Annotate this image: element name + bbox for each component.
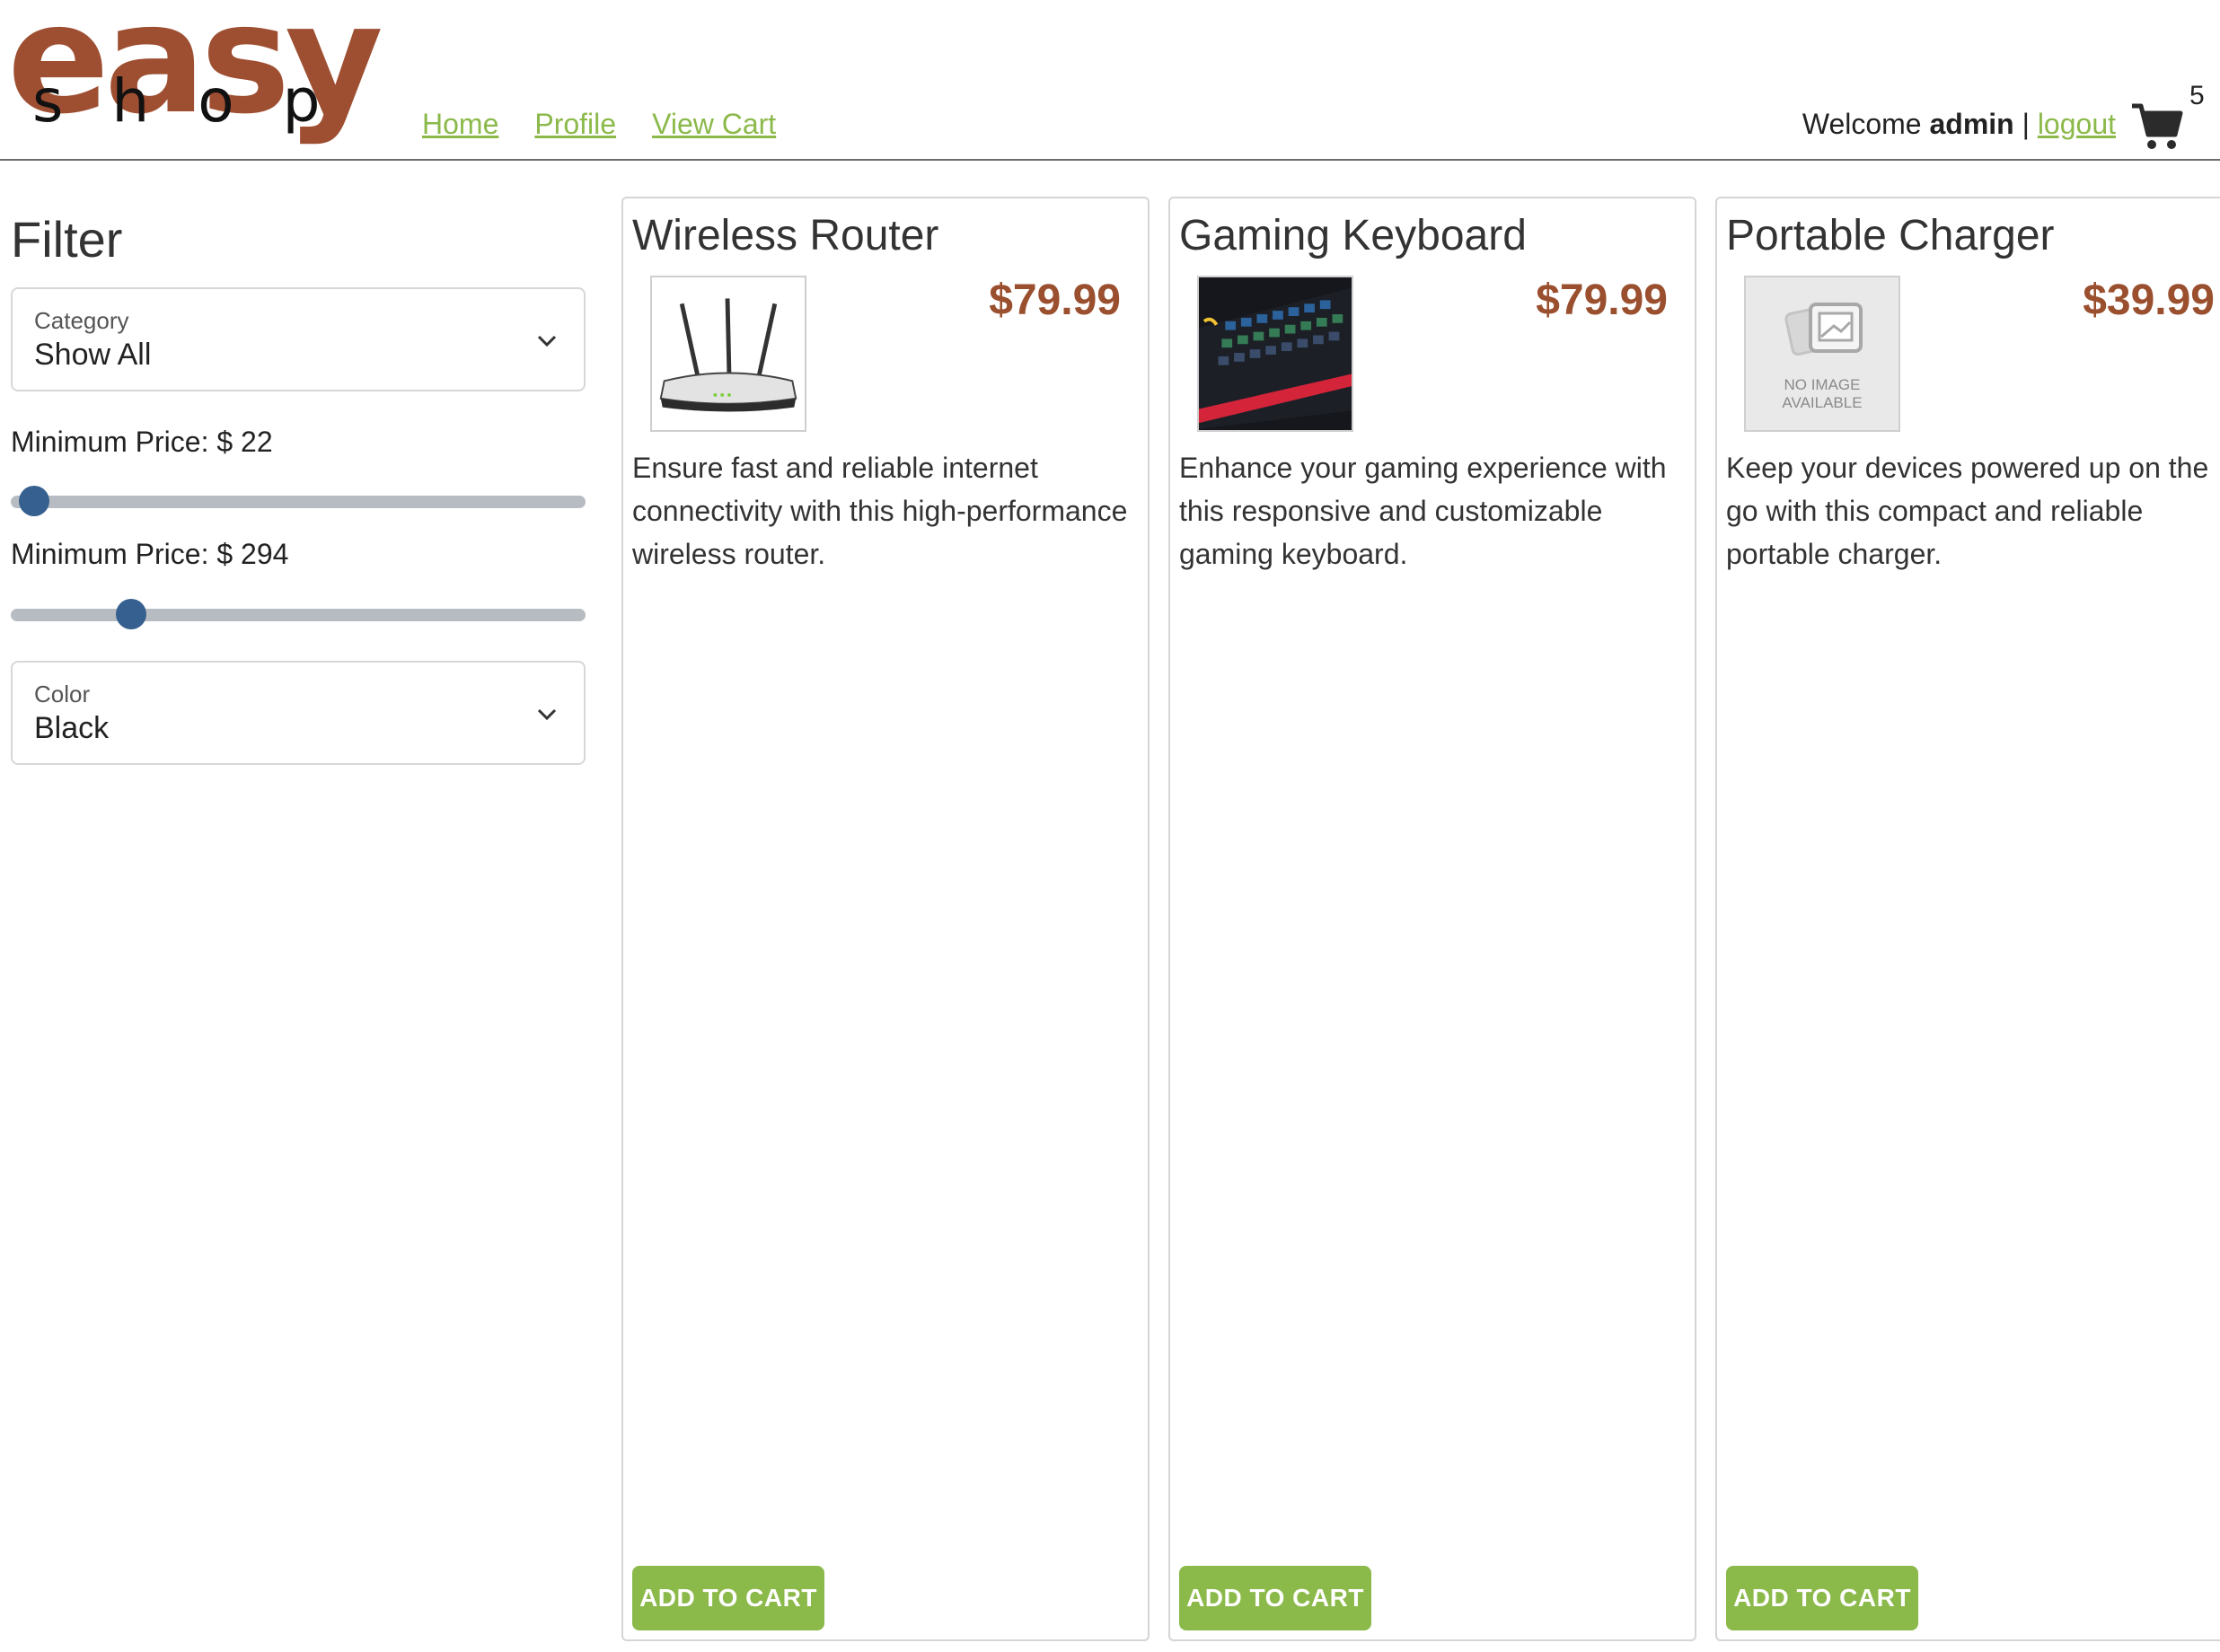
- slider-thumb[interactable]: [18, 485, 49, 516]
- product-title[interactable]: Portable Charger: [1726, 211, 2055, 260]
- site-header: easy shop Home Profile View Cart Welcome…: [0, 0, 2220, 161]
- no-image-placeholder[interactable]: NO IMAGE AVAILABLE: [1744, 276, 1900, 432]
- filter-panel: Filter Category Show All Minimum Price: …: [11, 211, 586, 765]
- product-card: Wireless Router $79.99 Ensure fast and r…: [621, 197, 1150, 1641]
- add-to-cart-button[interactable]: ADD TO CART: [632, 1566, 824, 1630]
- no-image-text: NO IMAGE AVAILABLE: [1782, 376, 1863, 411]
- username: admin: [1929, 108, 2014, 140]
- product-description: Keep your devices powered up on the go w…: [1726, 452, 2209, 570]
- easyshop-logo[interactable]: easy shop: [7, 0, 402, 154]
- shopping-cart-icon[interactable]: [2130, 99, 2184, 153]
- chevron-down-icon: [537, 708, 557, 720]
- category-select[interactable]: Category Show All: [11, 286, 586, 391]
- router-image[interactable]: [650, 276, 806, 432]
- product-card: Gaming Keyboard $79.99 Enhance your gami…: [1168, 197, 1696, 1641]
- price-range: Minimum Price: $ 22 Minimum Price: $ 294…: [11, 391, 586, 765]
- product-description: Ensure fast and reliable internet connec…: [632, 452, 1128, 570]
- slider-track: [11, 608, 586, 621]
- category-label: Category: [34, 306, 129, 334]
- picture-placeholder-icon: [1784, 303, 1863, 356]
- product-description: Enhance your gaming experience with this…: [1179, 452, 1667, 570]
- keyboard-image[interactable]: [1197, 276, 1353, 432]
- color-value: Black: [34, 710, 110, 745]
- slider-thumb[interactable]: [116, 598, 147, 629]
- welcome-message: Welcome admin | logout: [1802, 108, 2116, 141]
- color-label: Color: [34, 680, 91, 707]
- add-to-cart-button[interactable]: ADD TO CART: [1179, 1566, 1371, 1630]
- product-price: $79.99: [989, 277, 1121, 324]
- color-select[interactable]: Color Black: [11, 660, 586, 765]
- nav-profile-link[interactable]: Profile: [534, 108, 616, 141]
- max-price-label: Minimum Price: $ 294: [11, 537, 289, 570]
- filter-title: Filter: [11, 211, 123, 268]
- product-title[interactable]: Wireless Router: [632, 211, 938, 260]
- product-price: $79.99: [1536, 277, 1668, 324]
- product-title[interactable]: Gaming Keyboard: [1179, 211, 1527, 260]
- cart-count-badge: 5: [2189, 81, 2205, 110]
- add-to-cart-button[interactable]: ADD TO CART: [1726, 1566, 1918, 1630]
- min-price-slider[interactable]: [11, 483, 586, 519]
- welcome-text: Welcome: [1802, 108, 1922, 140]
- main-nav: Home Profile View Cart: [422, 108, 776, 141]
- chevron-down-icon: [537, 335, 557, 347]
- min-price-label: Minimum Price: $ 22: [11, 425, 273, 458]
- nav-view-cart-link[interactable]: View Cart: [652, 108, 776, 141]
- max-price-slider[interactable]: [11, 596, 586, 632]
- logout-link[interactable]: logout: [2038, 108, 2116, 140]
- product-price: $39.99: [2083, 277, 2215, 324]
- logo-text-shop: shop: [32, 66, 369, 136]
- product-card: Portable Charger NO IMAGE AVAILABLE $39.…: [1715, 197, 2220, 1641]
- nav-home-link[interactable]: Home: [422, 108, 498, 141]
- separator: |: [2022, 108, 2030, 140]
- slider-track: [11, 495, 586, 508]
- category-value: Show All: [34, 337, 152, 372]
